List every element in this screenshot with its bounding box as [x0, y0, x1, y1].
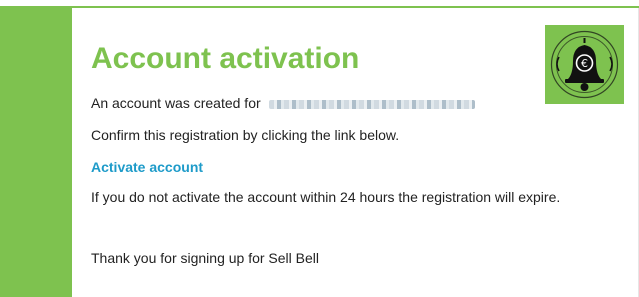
page-title: Account activation: [91, 42, 360, 75]
expiry-notice: If you do not activate the account withi…: [91, 189, 561, 205]
redacted-email: [268, 99, 475, 109]
sell-bell-logo: €: [545, 25, 624, 104]
account-created-line: An account was created for: [91, 94, 475, 112]
svg-text:€: €: [581, 57, 588, 70]
account-created-text: An account was created for: [91, 95, 261, 111]
email-frame: Account activation An account was create…: [0, 0, 639, 297]
bell-icon: €: [545, 25, 624, 104]
left-accent-bar: [0, 6, 72, 297]
email-card: Account activation An account was create…: [72, 8, 639, 297]
activate-account-link[interactable]: Activate account: [91, 158, 203, 176]
confirm-instruction: Confirm this registration by clicking th…: [91, 127, 400, 143]
thank-you-message: Thank you for signing up for Sell Bell: [91, 250, 320, 266]
